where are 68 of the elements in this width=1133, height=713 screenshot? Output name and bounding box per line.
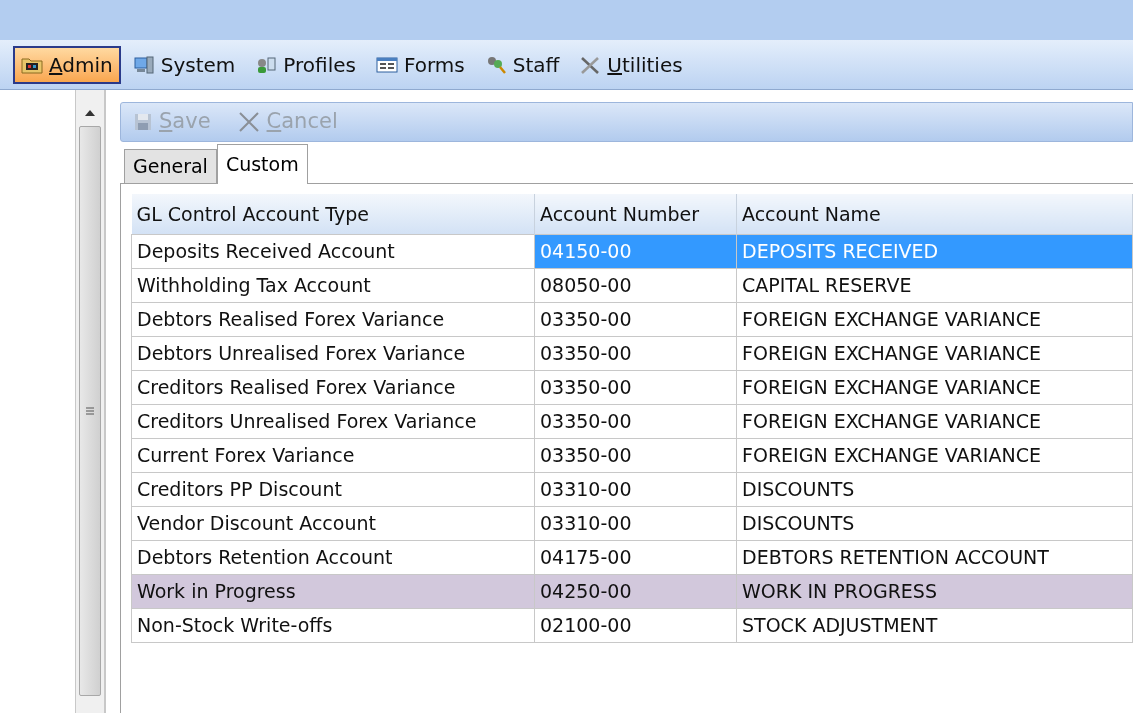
table-cell: 03310-00 [534, 506, 737, 540]
menu-item[interactable]: System [124, 45, 244, 84]
table-cell: Current Forex Variance [131, 438, 535, 472]
table-row[interactable]: Withholding Tax Account 08050-00 CAPITAL RESERVE [131, 268, 1133, 302]
grip-icon [86, 407, 94, 415]
table-cell: 04250-00 [534, 574, 737, 608]
table-cell: Withholding Tax Account [131, 268, 535, 302]
table-row[interactable]: Debtors Realised Forex Variance 03350-00 FOREIGN EXCHANGE VARIANCE [131, 302, 1133, 336]
column-header[interactable]: Account Number [534, 194, 737, 234]
menu-item[interactable]: Profiles [247, 45, 364, 84]
table-cell: 03350-00 [534, 404, 737, 438]
table-cell: DISCOUNTS [736, 472, 1133, 506]
profiles-icon [255, 54, 278, 75]
scroll-up-icon[interactable] [85, 110, 95, 116]
tab[interactable]: Custom [216, 144, 308, 184]
table-row[interactable]: Current Forex Variance 03350-00 FOREIGN EXCHANGE VARIANCE [131, 438, 1133, 472]
table-cell: FOREIGN EXCHANGE VARIANCE [736, 336, 1133, 370]
table-cell: 02100-00 [534, 608, 737, 642]
column-header[interactable]: Account Name [736, 194, 1133, 234]
table-cell: 03350-00 [534, 336, 737, 370]
table-cell: 03350-00 [534, 370, 737, 404]
save-icon [133, 112, 153, 132]
table-row[interactable]: Work in Progress 04250-00 WORK IN PROGRESS [131, 574, 1133, 608]
column-header[interactable]: GL Control Account Type [131, 194, 535, 234]
table-cell: DEPOSITS RECEIVED [736, 234, 1133, 268]
form-icon [375, 54, 398, 75]
menu-item[interactable]: Staff [476, 45, 568, 84]
table-row[interactable]: Vendor Discount Account 03310-00 DISCOUNTS [131, 506, 1133, 540]
scrollbar[interactable] [75, 90, 105, 713]
table-cell: STOCK ADJUSTMENT [736, 608, 1133, 642]
table-cell: 08050-00 [534, 268, 737, 302]
scroll-thumb[interactable] [79, 126, 101, 696]
table-cell: CAPITAL RESERVE [736, 268, 1133, 302]
table-cell: 03310-00 [534, 472, 737, 506]
table-cell: FOREIGN EXCHANGE VARIANCE [736, 404, 1133, 438]
table-cell: Vendor Discount Account [131, 506, 535, 540]
table-row[interactable]: Deposits Received Account 04150-00 DEPOSITS RECEIVED [131, 234, 1133, 268]
table-cell: 03350-00 [534, 302, 737, 336]
table-cell: 04150-00 [534, 234, 737, 268]
table-cell: FOREIGN EXCHANGE VARIANCE [736, 438, 1133, 472]
table-row[interactable]: Non-Stock Write-offs 02100-00 STOCK ADJUSTMENT [131, 608, 1133, 642]
menu-item[interactable]: Utilities [571, 45, 691, 84]
table-cell: FOREIGN EXCHANGE VARIANCE [736, 370, 1133, 404]
table-cell: Debtors Realised Forex Variance [131, 302, 535, 336]
table-row[interactable]: Creditors Realised Forex Variance 03350-00 FOREIGN EXCHANGE VARIANCE [131, 370, 1133, 404]
table-cell: 03350-00 [534, 438, 737, 472]
tab[interactable]: General [124, 149, 217, 183]
table-cell: DEBTORS RETENTION ACCOUNT [736, 540, 1133, 574]
table-cell: DISCOUNTS [736, 506, 1133, 540]
computer-icon [132, 54, 155, 75]
menu-item[interactable]: Forms [367, 45, 473, 84]
table-cell: Debtors Unrealised Forex Variance [131, 336, 535, 370]
table-cell: Creditors PP Discount [131, 472, 535, 506]
table-cell: Debtors Retention Account [131, 540, 535, 574]
close-icon [236, 110, 261, 134]
table-cell: Deposits Received Account [131, 234, 535, 268]
table-cell: FOREIGN EXCHANGE VARIANCE [736, 302, 1133, 336]
table-cell: Creditors Unrealised Forex Variance [131, 404, 535, 438]
table-cell: Work in Progress [131, 574, 535, 608]
menu-item[interactable]: Admin [13, 45, 121, 84]
table-row[interactable]: Debtors Unrealised Forex Variance 03350-00 FOREIGN EXCHANGE VARIANCE [131, 336, 1133, 370]
table-row[interactable]: Debtors Retention Account 04175-00 DEBTORS RETENTION ACCOUNT [131, 540, 1133, 574]
table-cell: 04175-00 [534, 540, 737, 574]
table-cell: Creditors Realised Forex Variance [131, 370, 535, 404]
table-row[interactable]: Creditors Unrealised Forex Variance 03350-00 FOREIGN EXCHANGE VARIANCE [131, 404, 1133, 438]
table-cell: WORK IN PROGRESS [736, 574, 1133, 608]
table-cell: Non-Stock Write-offs [131, 608, 535, 642]
table-row[interactable]: Creditors PP Discount 03310-00 DISCOUNTS [131, 472, 1133, 506]
